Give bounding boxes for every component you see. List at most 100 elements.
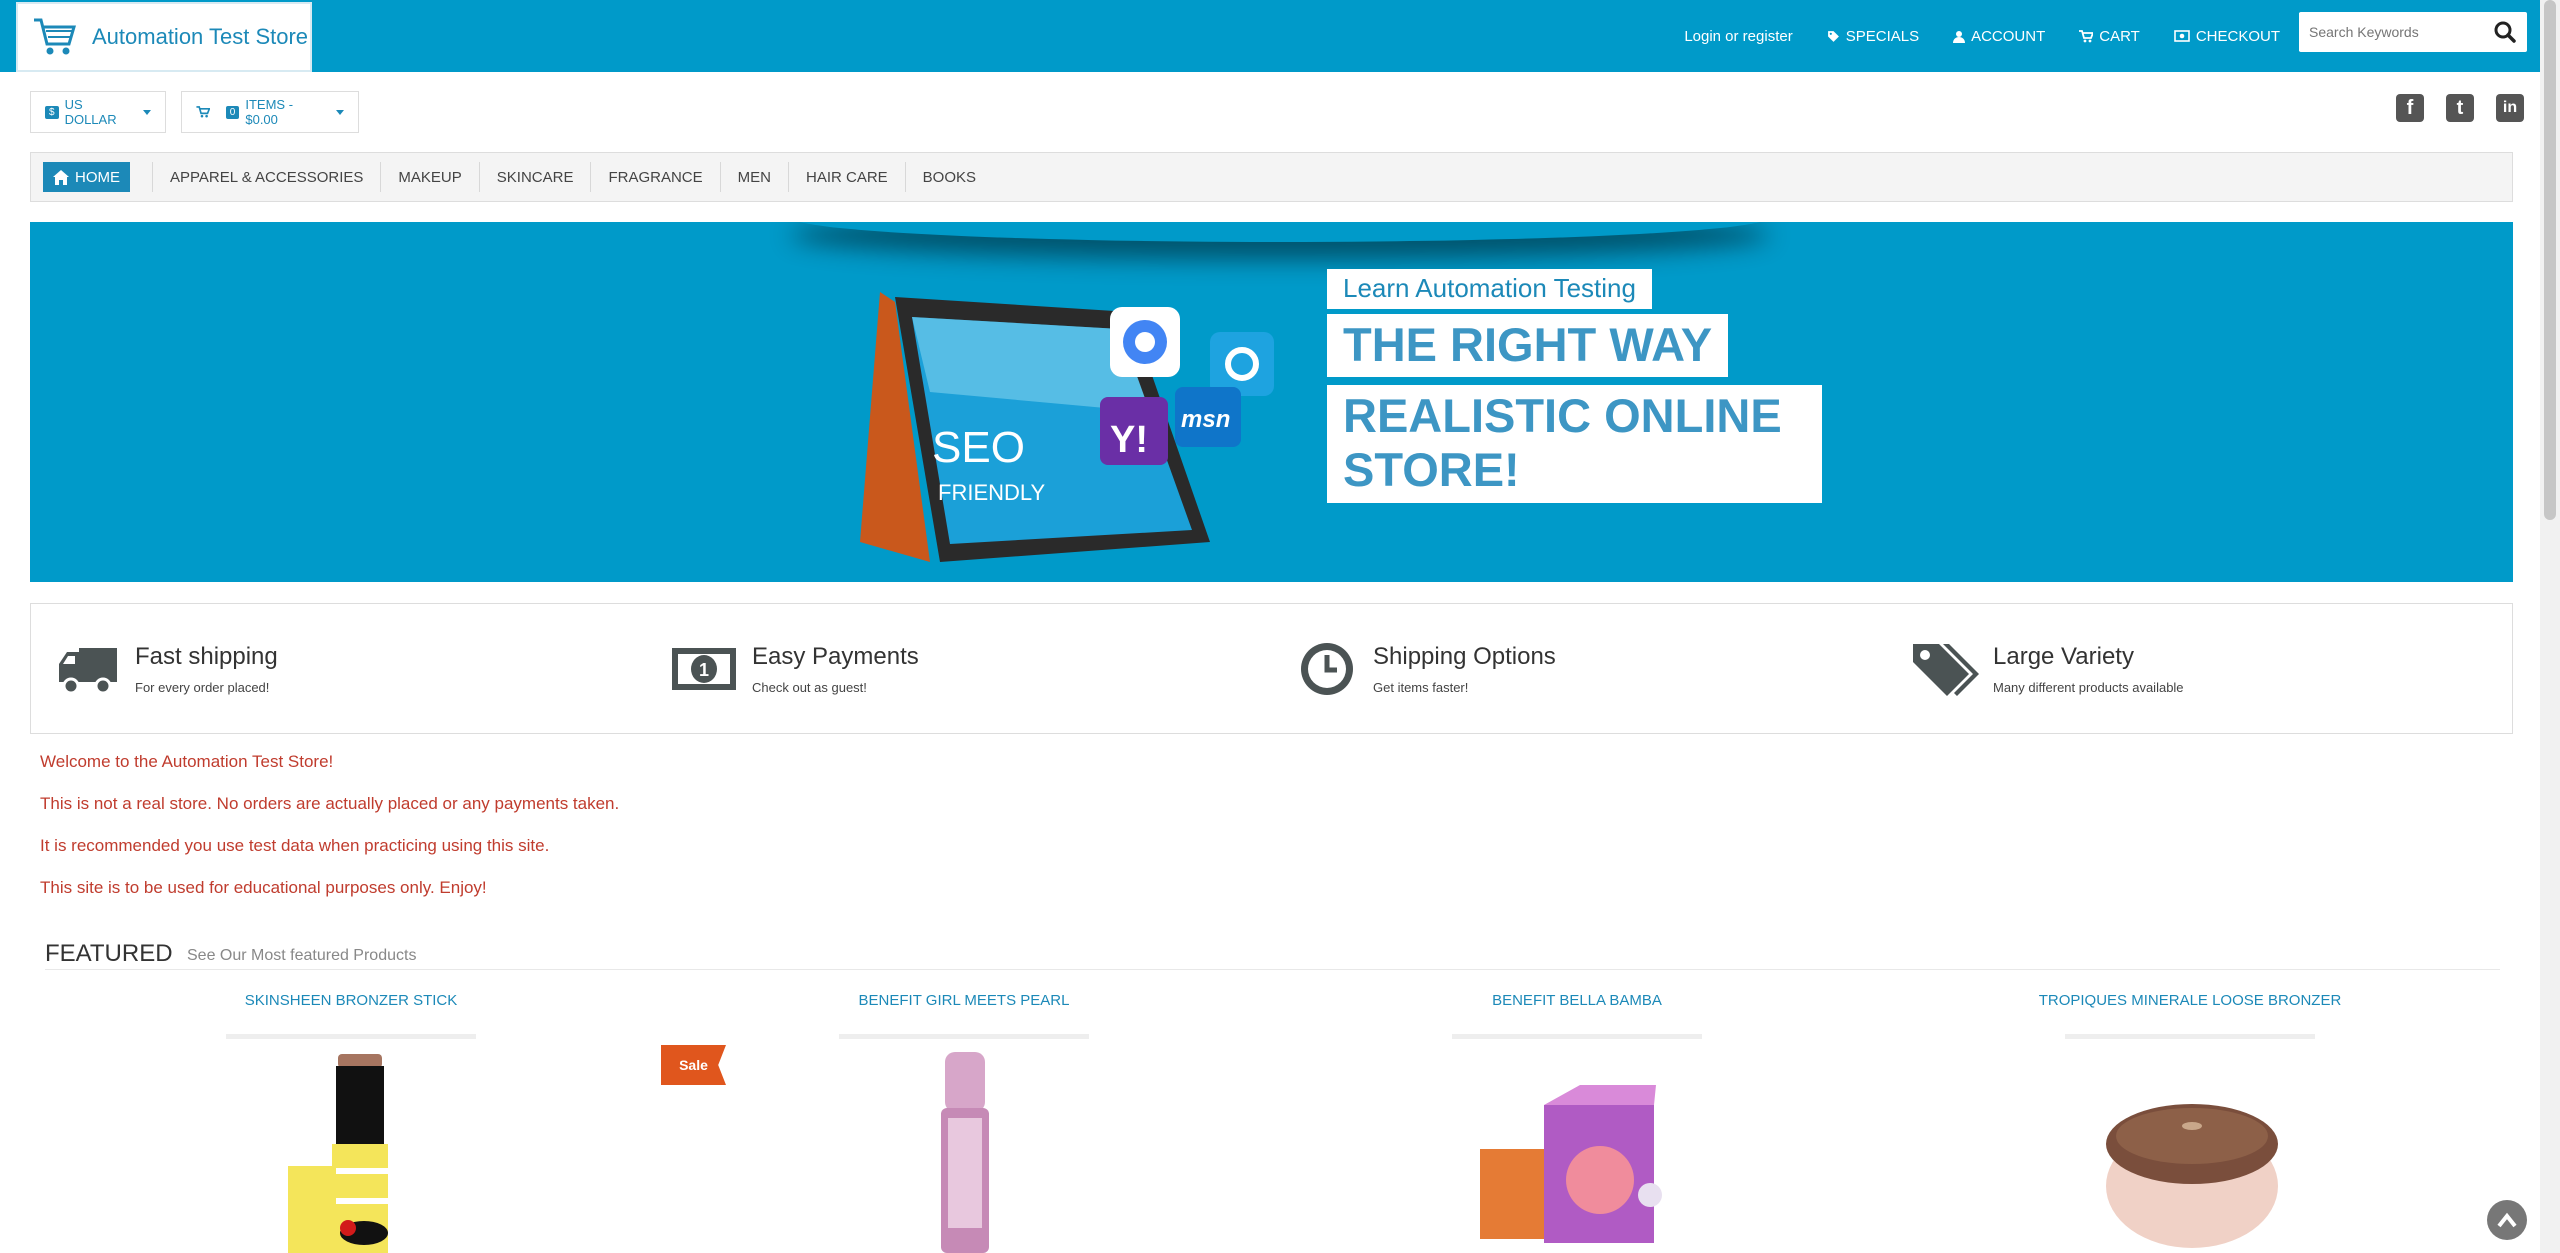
cart-dropdown[interactable]: 0 ITEMS - $0.00	[181, 91, 359, 133]
logo-text: Automation Test Store	[92, 24, 309, 49]
cart-count-badge: 0	[225, 105, 240, 119]
nav-makeup[interactable]: MAKEUP	[380, 162, 478, 192]
welcome-line: It is recommended you use test data when…	[40, 836, 550, 855]
account-link[interactable]: ACCOUNT	[1953, 28, 2045, 45]
product-divider	[2065, 1034, 2315, 1039]
truck-icon	[59, 647, 117, 694]
twitter-icon[interactable]: t	[2446, 94, 2474, 122]
category-nav: HOME APPAREL & ACCESSORIES MAKEUP SKINCA…	[30, 152, 2513, 202]
cart-icon	[2079, 29, 2094, 42]
checkout-label: CHECKOUT	[2195, 27, 2280, 45]
login-register-link[interactable]: Login or register	[1684, 28, 1792, 45]
sale-badge: Sale	[661, 1045, 726, 1085]
feature-subtitle: Check out as guest!	[752, 679, 867, 695]
product-divider	[839, 1034, 1089, 1039]
money-icon: 1	[672, 647, 736, 690]
banner-yahoo-text: Y!	[1110, 419, 1148, 461]
svg-text:1: 1	[699, 660, 709, 680]
featured-divider	[45, 969, 2500, 970]
search-input[interactable]	[2299, 13, 2485, 51]
banner-friendly-text: FRIENDLY	[938, 480, 1045, 505]
nav-skincare[interactable]: SKINCARE	[478, 162, 591, 192]
banner-top-shadow	[790, 222, 1770, 242]
featured-subheading: See Our Most featured Products	[187, 947, 417, 964]
search-box	[2299, 12, 2527, 52]
currency-tag: $	[45, 105, 59, 119]
nav-fragrance[interactable]: FRAGRANCE	[590, 162, 719, 192]
caret-down-icon	[143, 109, 151, 115]
feature-shipping-options: Shipping Options Get items faster!	[1297, 604, 1556, 733]
cart-logo-icon	[34, 18, 76, 55]
checkout-link[interactable]: CHECKOUT	[2174, 28, 2280, 45]
currency-dropdown[interactable]: $ US DOLLAR	[30, 91, 166, 133]
nav-men[interactable]: MEN	[719, 162, 788, 192]
feature-fast-shipping: Fast shipping For every order placed!	[57, 604, 278, 733]
banner-learn-text: Learn Automation Testing	[1327, 269, 1652, 309]
feature-title: Fast shipping	[135, 642, 278, 670]
laptop-illustration: SEO FRIENDLY Y! msn	[860, 292, 1274, 562]
tag-icon	[1827, 30, 1839, 42]
chevron-up-icon	[2497, 1212, 2517, 1228]
nav-hair-care[interactable]: HAIR CARE	[787, 162, 905, 192]
banner-msn-text: msn	[1181, 406, 1230, 433]
top-header-bar: Automation Test Store Login or register …	[0, 0, 2540, 72]
banner-realistic-text: REALISTIC ONLINE STORE!	[1327, 385, 1822, 503]
feature-subtitle: Many different products available	[1993, 679, 2184, 695]
product-name-link[interactable]: SKINSHEEN BRONZER STICK	[151, 992, 551, 1009]
cart-icon	[196, 106, 210, 118]
product-image-girl-meets-pearl[interactable]	[900, 1048, 1030, 1253]
store-page: Automation Test Store Login or register …	[0, 0, 2560, 1253]
product-name-link[interactable]: BENEFIT BELLA BAMBA	[1377, 992, 1777, 1009]
search-button[interactable]	[2485, 13, 2525, 51]
product-name-link[interactable]: TROPIQUES MINERALE LOOSE BRONZER	[1990, 992, 2390, 1009]
feature-title: Large Variety	[1993, 642, 2134, 670]
hero-banner[interactable]: SEO FRIENDLY Y! msn Learn Automation Tes…	[30, 222, 2513, 582]
facebook-icon[interactable]: f	[2396, 94, 2424, 122]
caret-down-icon	[336, 109, 344, 115]
banner-right-way-text: THE RIGHT WAY	[1327, 314, 1729, 377]
nav-books[interactable]: BOOKS	[904, 162, 993, 192]
featured-heading: FEATURED	[45, 940, 173, 967]
store-logo[interactable]: Automation Test Store	[16, 2, 312, 72]
cart-link[interactable]: CART	[2079, 28, 2140, 45]
top-links: Login or register SPECIALS ACCOUNT CART …	[1684, 0, 2280, 72]
cart-label: CART	[2099, 27, 2140, 45]
user-icon	[1953, 30, 1966, 43]
specials-link[interactable]: SPECIALS	[1827, 28, 1919, 45]
welcome-line: Welcome to the Automation Test Store!	[40, 752, 334, 771]
nav-home-label: HOME	[75, 168, 120, 186]
product-image-loose-bronzer[interactable]	[2100, 1098, 2285, 1253]
features-strip: Fast shipping For every order placed! 1 E…	[30, 603, 2513, 734]
search-icon	[2494, 21, 2516, 43]
money-icon	[2174, 30, 2190, 42]
product-name-link[interactable]: BENEFIT GIRL MEETS PEARL	[764, 992, 1164, 1009]
feature-subtitle: For every order placed!	[135, 679, 270, 695]
feature-large-variety: Large Variety Many different products ava…	[1911, 604, 2184, 733]
nav-home[interactable]: HOME	[43, 162, 130, 192]
cart-summary-label: ITEMS - $0.00	[245, 97, 294, 127]
product-divider	[226, 1034, 476, 1039]
home-icon	[53, 169, 69, 185]
feature-subtitle: Get items faster!	[1373, 679, 1469, 695]
welcome-line: This site is to be used for educational …	[40, 878, 487, 897]
back-to-top-button[interactable]	[2487, 1200, 2527, 1240]
page-scrollbar[interactable]	[2540, 0, 2560, 1253]
feature-easy-payments: 1 Easy Payments Check out as guest!	[670, 604, 919, 733]
social-links: f t in	[2396, 94, 2524, 122]
product-divider	[1452, 1034, 1702, 1039]
feature-title: Easy Payments	[752, 642, 919, 670]
welcome-line: This is not a real store. No orders are …	[40, 794, 620, 813]
tags-icon	[1913, 643, 1979, 696]
clock-icon	[1301, 642, 1353, 695]
specials-label: SPECIALS	[1845, 27, 1920, 45]
scrollbar-thumb[interactable]	[2544, 0, 2556, 520]
linkedin-icon[interactable]: in	[2496, 94, 2524, 122]
login-register-label: Login or register	[1684, 27, 1793, 45]
feature-title: Shipping Options	[1373, 642, 1556, 670]
currency-label: US DOLLAR	[64, 97, 117, 127]
nav-apparel[interactable]: APPAREL & ACCESSORIES	[152, 162, 380, 192]
product-image-bella-bamba[interactable]	[1480, 1085, 1680, 1253]
account-label: ACCOUNT	[1971, 27, 2046, 45]
banner-seo-text: SEO	[932, 423, 1025, 472]
product-image-bronzer-stick[interactable]	[280, 1048, 420, 1253]
